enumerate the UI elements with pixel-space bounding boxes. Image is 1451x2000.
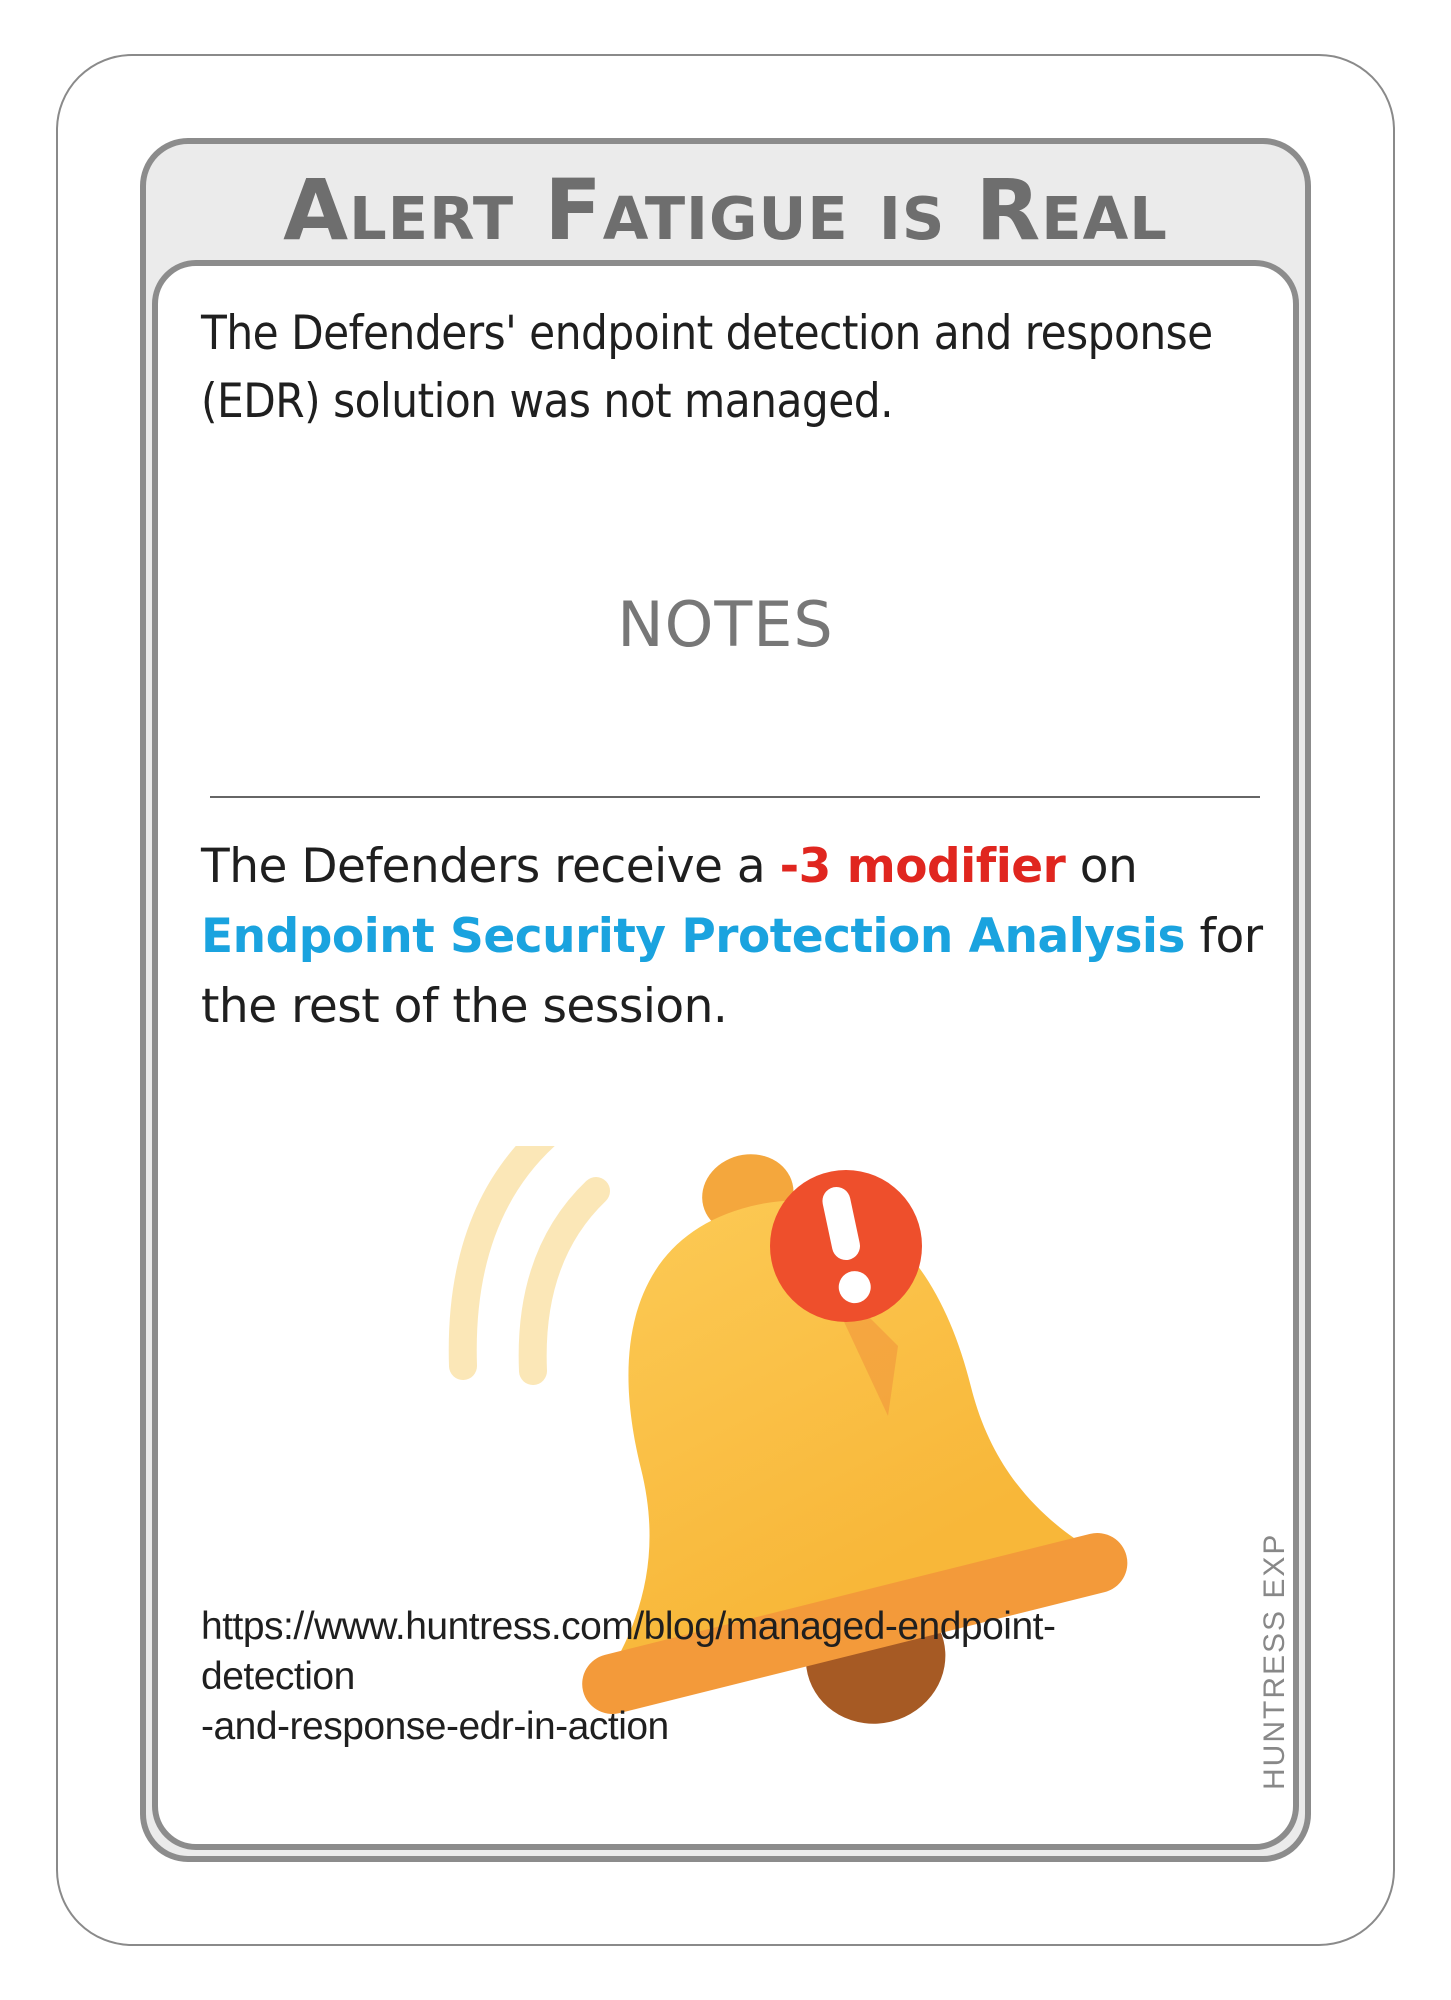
notes-prefix: The Defenders receive a [201,839,780,894]
notes-middle: on [1065,839,1138,894]
edition-label: HUNTRESS EXP [1258,1532,1291,1790]
url-line-1: https://www.huntress.com/blog/managed-en… [201,1605,1056,1698]
notes-text: The Defenders receive a -3 modifier on E… [201,832,1271,1042]
modifier-value: -3 modifier [779,839,1066,894]
sound-wave-inner [518,1177,610,1385]
card-title: Alert Fatigue is Real [283,161,1168,259]
notes-heading: NOTES [617,588,834,661]
card-frame: Alert Fatigue is Real The Defenders' end… [140,138,1311,1862]
modifier-target: Endpoint Security Protection Analysis [201,909,1186,964]
reference-url: https://www.huntress.com/blog/managed-en… [201,1602,1201,1752]
url-line-2: -and-response-edr-in-action [201,1705,669,1748]
card-description: The Defenders' endpoint detection and re… [201,306,1213,429]
notes-divider [210,796,1260,798]
card-body: The Defenders' endpoint detection and re… [152,260,1299,1850]
